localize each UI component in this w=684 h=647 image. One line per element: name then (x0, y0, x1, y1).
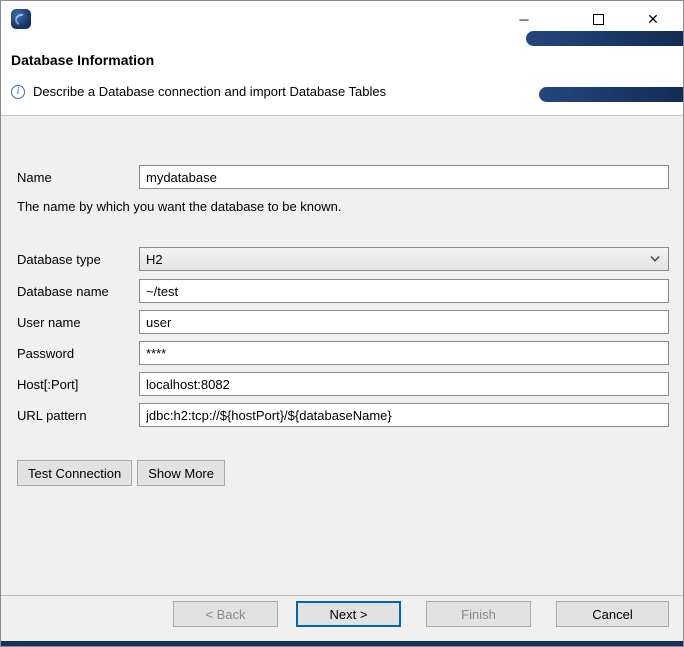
database-type-label: Database type (17, 252, 101, 267)
header-description-text: Describe a Database connection and impor… (33, 84, 386, 99)
close-button[interactable]: ✕ (630, 5, 676, 33)
next-button[interactable]: Next > (296, 601, 401, 627)
finish-button: Finish (426, 601, 531, 627)
header-banner-band-bottom (539, 87, 683, 102)
url-pattern-input[interactable] (139, 403, 669, 427)
info-icon: i (11, 85, 25, 99)
back-button: < Back (173, 601, 278, 627)
close-icon: ✕ (647, 12, 659, 26)
database-name-input[interactable] (139, 279, 669, 303)
minimize-icon: ─ (519, 13, 528, 26)
header-banner-band-top (526, 31, 683, 46)
page-title: Database Information (11, 52, 154, 68)
database-type-select[interactable]: H2 (139, 247, 669, 271)
maximize-button[interactable] (575, 5, 621, 33)
minimize-button[interactable]: ─ (501, 5, 547, 33)
database-name-label: Database name (17, 284, 109, 299)
url-pattern-label: URL pattern (17, 408, 87, 423)
host-port-input[interactable] (139, 372, 669, 396)
app-icon-glyph (13, 12, 29, 27)
header-area: ─ ✕ Database Information i Describe a Da… (1, 1, 683, 116)
footer-separator (1, 595, 683, 596)
user-name-input[interactable] (139, 310, 669, 334)
name-label: Name (17, 170, 52, 185)
maximize-icon (593, 14, 604, 25)
name-help-text: The name by which you want the database … (17, 199, 341, 214)
header-description: i Describe a Database connection and imp… (11, 84, 386, 99)
app-icon (11, 9, 31, 29)
name-input[interactable] (139, 165, 669, 189)
show-more-button[interactable]: Show More (137, 460, 225, 486)
chevron-down-icon (650, 256, 660, 262)
form-actions: Test Connection Show More (17, 460, 225, 486)
cancel-button[interactable]: Cancel (556, 601, 669, 627)
user-name-label: User name (17, 315, 81, 330)
database-information-dialog: ─ ✕ Database Information i Describe a Da… (0, 0, 684, 647)
host-port-label: Host[:Port] (17, 377, 78, 392)
database-type-value: H2 (146, 252, 163, 267)
password-label: Password (17, 346, 74, 361)
test-connection-button[interactable]: Test Connection (17, 460, 132, 486)
password-input[interactable] (139, 341, 669, 365)
bottom-accent-strip (1, 641, 683, 647)
